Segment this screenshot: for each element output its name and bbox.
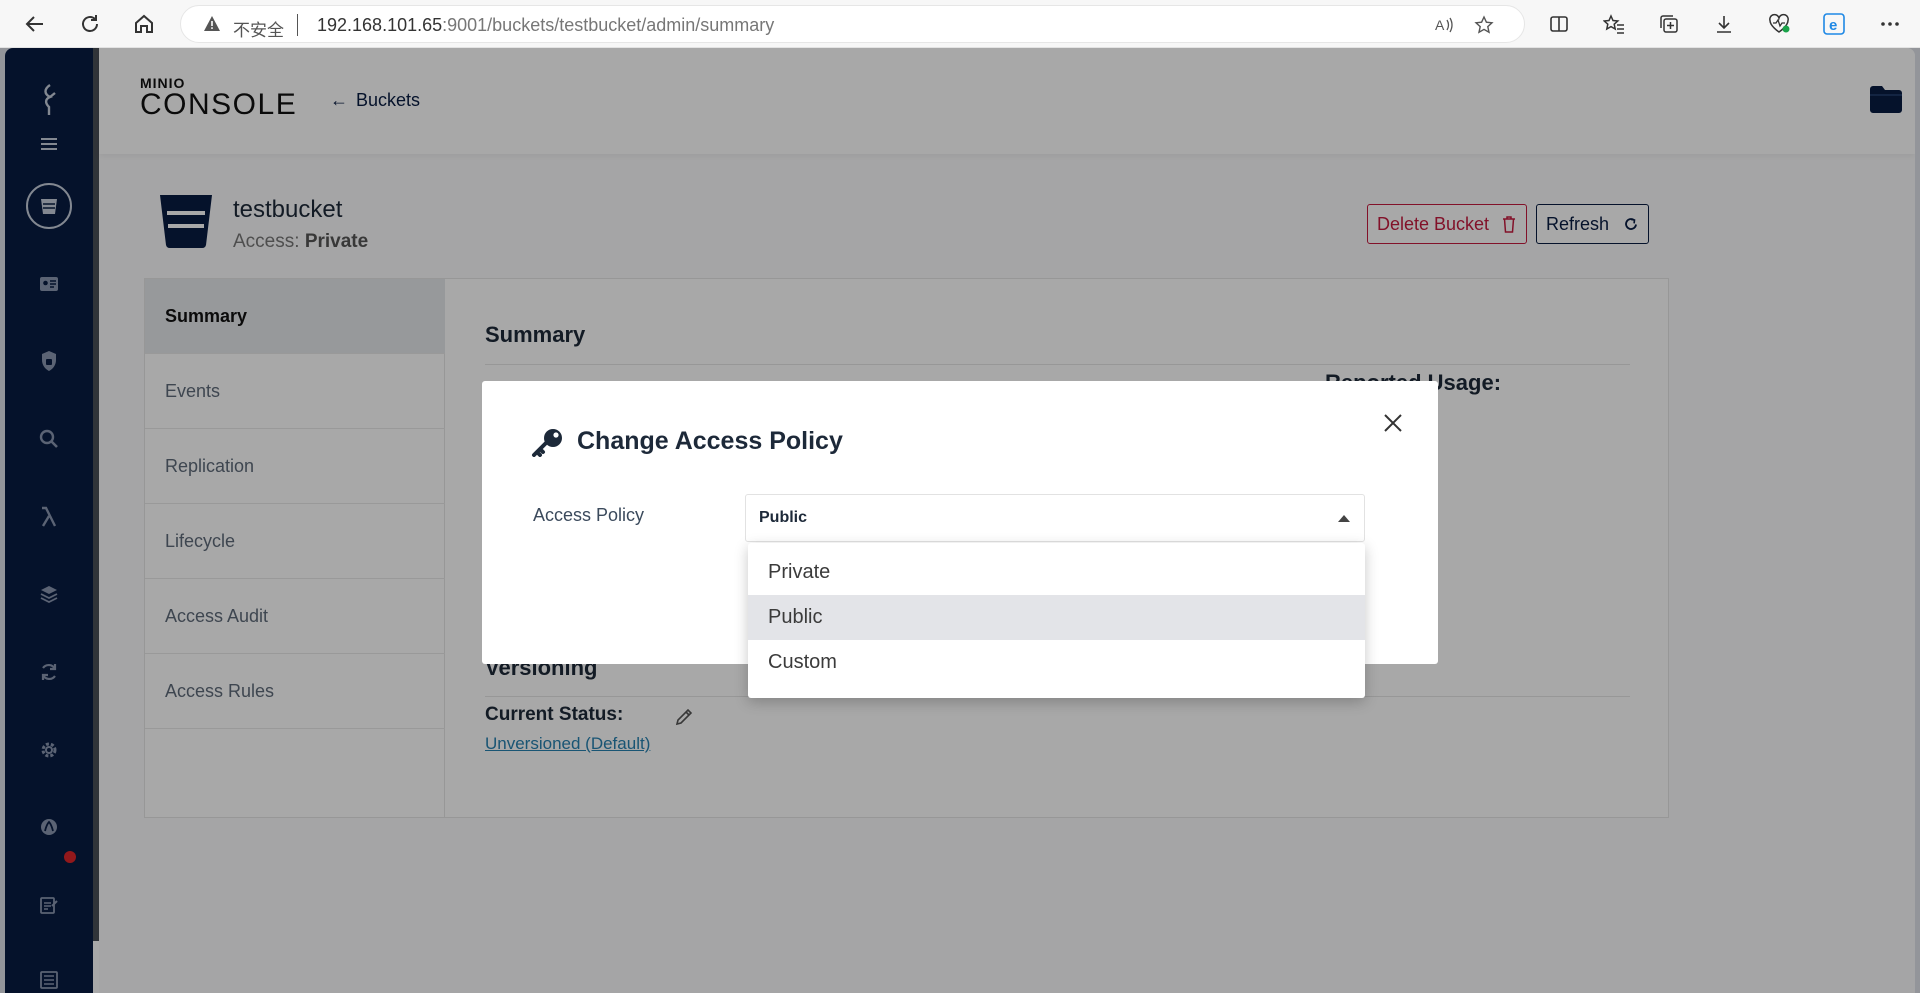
key-icon [532, 429, 562, 457]
access-policy-dropdown: Private Public Custom [748, 543, 1365, 698]
option-custom[interactable]: Custom [748, 640, 1365, 685]
modal-title: Change Access Policy [577, 427, 843, 455]
back-icon[interactable] [17, 6, 53, 42]
home-icon[interactable] [126, 6, 162, 42]
access-policy-label: Access Policy [533, 505, 645, 525]
close-modal-button[interactable] [1378, 408, 1408, 438]
favorites-icon[interactable] [1600, 10, 1628, 38]
collections-icon[interactable] [1655, 10, 1683, 38]
svg-text:e: e [1829, 17, 1837, 34]
url-text[interactable]: 192.168.101.65:9001/buckets/testbucket/a… [317, 15, 774, 36]
more-menu-icon[interactable] [1876, 10, 1904, 38]
option-public[interactable]: Public [748, 595, 1365, 640]
download-icon[interactable] [1710, 10, 1738, 38]
insecure-label[interactable]: 不安全 [233, 16, 284, 41]
close-icon [1384, 414, 1402, 432]
address-bar[interactable]: 不安全 192.168.101.65:9001/buckets/testbuck… [180, 5, 1525, 43]
caret-up-icon [1338, 515, 1350, 522]
url-host: 192.168.101.65 [317, 15, 443, 35]
read-aloud-icon[interactable]: A [1433, 14, 1455, 36]
edge-extension-icon[interactable]: e [1820, 10, 1848, 38]
browser-essentials-icon[interactable] [1765, 10, 1793, 38]
svg-text:A: A [1435, 17, 1445, 33]
browser-toolbar: 不安全 192.168.101.65:9001/buckets/testbuck… [0, 0, 1920, 48]
option-private[interactable]: Private [748, 550, 1365, 595]
warning-icon[interactable] [203, 15, 221, 33]
split-screen-icon[interactable] [1545, 10, 1573, 38]
access-policy-select[interactable]: Public [745, 494, 1365, 542]
reload-icon[interactable] [72, 6, 108, 42]
url-path: :9001/buckets/testbucket/admin/summary [442, 15, 775, 35]
favorite-star-icon[interactable] [1473, 14, 1495, 36]
address-separator [297, 14, 298, 36]
access-policy-selected-value: Public [759, 509, 808, 526]
